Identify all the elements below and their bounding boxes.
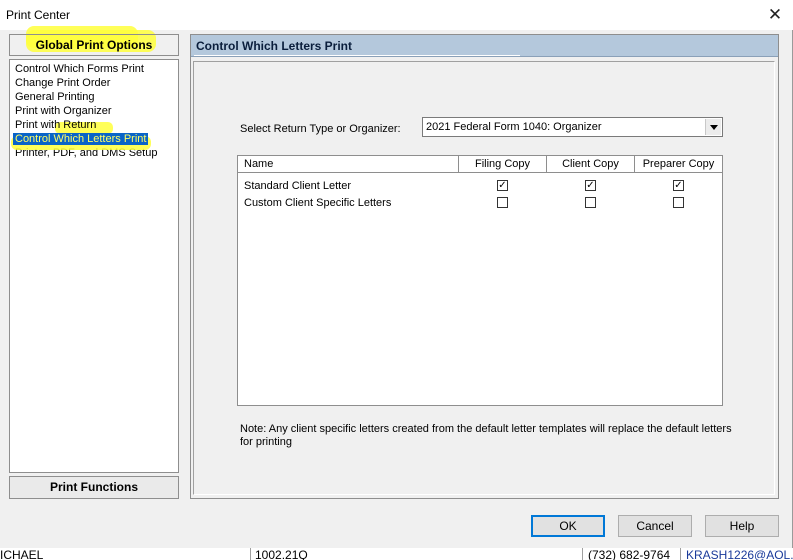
background-app-row: ICHAEL 1002.21Q (732) 682-9764 KRASH1226… xyxy=(0,548,793,560)
sidebar-item-change-print-order[interactable]: Change Print Order xyxy=(15,76,178,90)
help-button[interactable]: Help xyxy=(705,515,779,537)
print-functions-button[interactable]: Print Functions xyxy=(9,476,179,499)
return-type-value: 2021 Federal Form 1040: Organizer xyxy=(426,121,602,133)
sidebar-item-label: Print with Organizer xyxy=(15,105,112,117)
return-type-dropdown[interactable]: 2021 Federal Form 1040: Organizer xyxy=(422,117,723,137)
preparer-copy-checkbox[interactable]: ✓ xyxy=(673,180,684,191)
column-header-preparer-copy[interactable]: Preparer Copy xyxy=(634,156,722,173)
note-text: Note: Any client specific letters create… xyxy=(240,423,732,448)
global-print-options-label: Global Print Options xyxy=(35,38,153,52)
filing-copy-checkbox[interactable] xyxy=(497,197,508,208)
column-divider xyxy=(680,548,681,560)
return-type-label: Select Return Type or Organizer: xyxy=(240,123,401,135)
sidebar-item-label: Control Which Forms Print xyxy=(15,63,144,75)
client-copy-checkbox[interactable] xyxy=(585,197,596,208)
close-icon[interactable]: ✕ xyxy=(760,2,790,28)
window-title: Print Center xyxy=(6,8,71,22)
options-panel: Control Which Letters Print Select Retur… xyxy=(190,34,779,499)
preparer-copy-checkbox[interactable] xyxy=(673,197,684,208)
letters-table: Name Filing Copy Client Copy Preparer Co… xyxy=(237,155,723,406)
letter-name: Standard Client Letter xyxy=(244,180,352,192)
client-copy-checkbox[interactable]: ✓ xyxy=(585,180,596,191)
background-cell: ICHAEL xyxy=(0,548,44,560)
panel-title-underline xyxy=(194,55,520,56)
column-header-filing-copy[interactable]: Filing Copy xyxy=(458,156,546,173)
cancel-button[interactable]: Cancel xyxy=(618,515,692,537)
title-bar: Print Center ✕ xyxy=(0,0,793,48)
sidebar-item-general-printing[interactable]: General Printing xyxy=(15,90,178,104)
column-divider xyxy=(582,548,583,560)
sidebar-item-label: Print with Return xyxy=(15,119,97,131)
background-cell: KRASH1226@AOL.C xyxy=(686,548,793,560)
column-header-client-copy[interactable]: Client Copy xyxy=(546,156,634,173)
sidebar-item-print-with-return[interactable]: Print with Return xyxy=(15,118,178,134)
print-functions-label: Print Functions xyxy=(50,480,138,494)
filing-copy-checkbox[interactable]: ✓ xyxy=(497,180,508,191)
letter-name: Custom Client Specific Letters xyxy=(244,197,392,209)
sidebar-item-label: Change Print Order xyxy=(15,77,111,89)
print-options-list[interactable]: Control Which Forms Print Change Print O… xyxy=(9,59,179,473)
panel-title: Control Which Letters Print xyxy=(196,39,352,53)
sidebar-item-control-which-forms-print[interactable]: Control Which Forms Print xyxy=(15,62,178,76)
global-print-options-header[interactable]: Global Print Options xyxy=(9,34,179,56)
sidebar-item-control-which-letters-print[interactable]: Control Which Letters Print xyxy=(11,132,178,150)
column-header-name[interactable]: Name xyxy=(238,156,458,173)
column-divider xyxy=(250,548,251,560)
sidebar-item-print-with-organizer[interactable]: Print with Organizer xyxy=(15,104,178,118)
chevron-down-icon[interactable] xyxy=(705,119,721,135)
background-cell: 1002.21Q xyxy=(255,548,308,560)
sidebar-item-label: General Printing xyxy=(15,91,95,103)
print-center-dialog: Print Center ✕ Global Print Options Cont… xyxy=(0,0,793,548)
sidebar-item-label: Control Which Letters Print xyxy=(13,133,149,145)
panel-header: Control Which Letters Print xyxy=(191,35,778,57)
background-cell: (732) 682-9764 xyxy=(588,548,671,560)
ok-button[interactable]: OK xyxy=(531,515,605,537)
